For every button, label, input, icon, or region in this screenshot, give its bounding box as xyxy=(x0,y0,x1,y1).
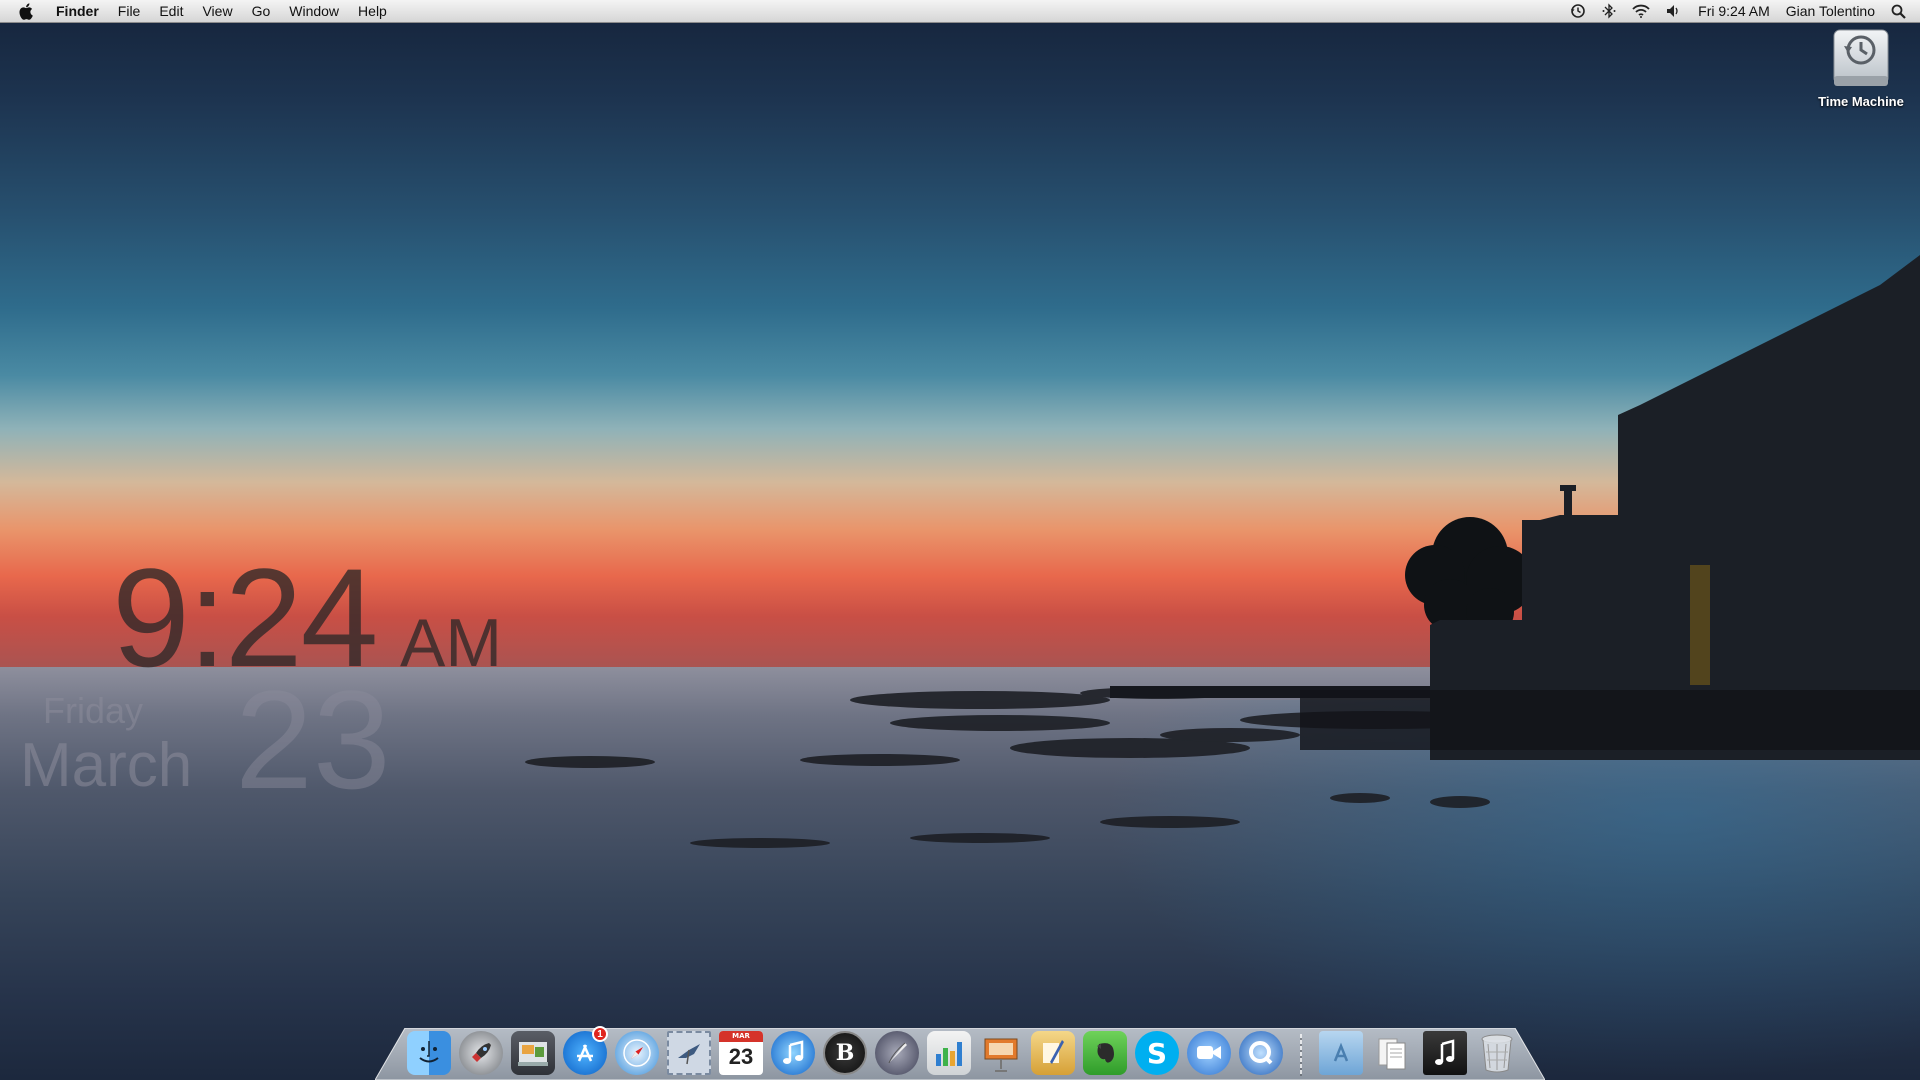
desktop-icon-label: Time Machine xyxy=(1818,94,1904,109)
menu-view[interactable]: View xyxy=(202,3,232,19)
dock-item-mail[interactable] xyxy=(666,1030,712,1076)
calendar-month: MAR xyxy=(719,1031,763,1042)
dock-item-calendar[interactable]: MAR 23 xyxy=(718,1030,764,1076)
dock-item-launchpad[interactable] xyxy=(458,1030,504,1076)
dock-item-app-store[interactable]: 1 xyxy=(562,1026,608,1076)
apps-folder-icon xyxy=(1319,1031,1363,1075)
bluetooth-icon[interactable] xyxy=(1602,3,1616,19)
dock-item-b-app[interactable]: B xyxy=(822,1030,868,1076)
safari-compass-icon xyxy=(615,1031,659,1075)
calendar-icon: MAR 23 xyxy=(719,1031,763,1075)
time-machine-icon[interactable] xyxy=(1570,3,1586,19)
calendar-date: 23 xyxy=(728,1044,754,1069)
dock-item-safari[interactable] xyxy=(614,1030,660,1076)
dock-item-itunes[interactable] xyxy=(770,1030,816,1076)
dock: 1 MAR 23 B S xyxy=(406,1012,1526,1076)
menu-help[interactable]: Help xyxy=(358,3,387,19)
dock-item-numbers[interactable] xyxy=(926,1030,972,1076)
clock-widget-month: March xyxy=(20,731,193,800)
video-chat-icon xyxy=(1187,1031,1231,1075)
dock-item-skype[interactable]: S xyxy=(1134,1030,1180,1076)
music-stack-icon xyxy=(1423,1031,1467,1075)
menu-go[interactable]: Go xyxy=(252,3,271,19)
hard-drive-icon xyxy=(1830,28,1892,90)
menu-user[interactable]: Gian Tolentino xyxy=(1786,3,1875,19)
dock-item-trash[interactable] xyxy=(1474,1030,1520,1076)
dock-item-finder[interactable] xyxy=(406,1030,452,1076)
quill-icon xyxy=(875,1031,919,1075)
dock-item-evernote[interactable] xyxy=(1082,1030,1128,1076)
notification-badge: 1 xyxy=(592,1026,608,1042)
wifi-icon[interactable] xyxy=(1632,4,1650,18)
apple-menu-icon[interactable] xyxy=(18,2,34,20)
dock-item-quicktime[interactable] xyxy=(1238,1030,1284,1076)
menu-edit[interactable]: Edit xyxy=(159,3,183,19)
menu-clock[interactable]: Fri 9:24 AM xyxy=(1698,3,1770,19)
rocket-icon xyxy=(459,1031,503,1075)
spotlight-icon[interactable] xyxy=(1891,4,1906,19)
volume-icon[interactable] xyxy=(1666,4,1682,18)
dock-item-image-capture[interactable] xyxy=(510,1030,556,1076)
finder-icon xyxy=(407,1031,451,1075)
dock-item-facetime[interactable] xyxy=(1186,1030,1232,1076)
dock-stack-documents[interactable] xyxy=(1370,1030,1416,1076)
dock-separator xyxy=(1290,1030,1312,1076)
documents-stack-icon xyxy=(1371,1031,1415,1075)
bar-chart-icon xyxy=(927,1031,971,1075)
dock-stack-applications[interactable] xyxy=(1318,1030,1364,1076)
clock-widget-day: Friday xyxy=(43,690,144,731)
pages-icon xyxy=(1031,1031,1075,1075)
dock-item-pages[interactable] xyxy=(1030,1030,1076,1076)
clock-widget-ampm: AM xyxy=(400,605,502,681)
dock-stack-music[interactable] xyxy=(1422,1030,1468,1076)
trash-icon xyxy=(1475,1031,1519,1075)
skype-icon: S xyxy=(1135,1031,1179,1075)
desktop-icon-time-machine[interactable]: Time Machine xyxy=(1806,28,1916,109)
mail-stamp-icon xyxy=(667,1031,711,1075)
elephant-icon xyxy=(1083,1031,1127,1075)
dock-item-script-editor[interactable] xyxy=(874,1030,920,1076)
music-note-icon xyxy=(771,1031,815,1075)
menu-file[interactable]: File xyxy=(118,3,141,19)
letter-b-icon: B xyxy=(823,1031,867,1075)
dock-item-keynote[interactable] xyxy=(978,1030,1024,1076)
presentation-icon xyxy=(979,1031,1023,1075)
menu-window[interactable]: Window xyxy=(289,3,339,19)
clock-widget-date: 23 xyxy=(235,661,391,818)
quicktime-icon xyxy=(1239,1031,1283,1075)
photos-icon xyxy=(511,1031,555,1075)
menu-bar: Finder File Edit View Go Window Help Fri… xyxy=(0,0,1920,23)
menu-app-name[interactable]: Finder xyxy=(56,3,99,19)
